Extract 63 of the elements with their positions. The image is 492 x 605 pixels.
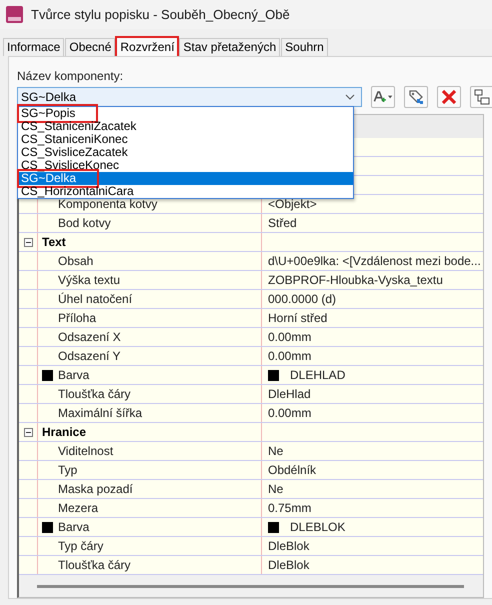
group-label: Text (41, 235, 66, 249)
delete-icon[interactable] (437, 86, 461, 108)
group-label: Hranice (41, 425, 86, 439)
tag-icon[interactable] (404, 86, 428, 108)
property-label: Obsah (58, 254, 94, 268)
property-label: Odsazení Y (58, 349, 120, 363)
collapse-icon[interactable] (24, 238, 32, 246)
property-label: Maska pozadí (58, 482, 133, 496)
dropdown-option[interactable]: SG~Delka (18, 172, 353, 185)
scrollbar-thumb[interactable] (37, 584, 464, 588)
property-value[interactable]: 0.00mm (268, 349, 312, 363)
property-value[interactable]: DLEHLAD (290, 368, 346, 382)
property-value[interactable]: 0.00mm (268, 406, 312, 420)
component-dropdown[interactable]: SG~Delka (17, 87, 362, 107)
dropdown-option[interactable]: CS_SvisliceKonec (18, 159, 353, 172)
property-value[interactable]: Ne (268, 444, 284, 458)
property-label: Typ čáry (58, 539, 104, 553)
tab[interactable]: Souhrn (281, 38, 328, 56)
property-value[interactable]: 000.0000 (d) (268, 292, 336, 306)
property-label: Výška textu (58, 273, 120, 287)
property-label: Tloušťka čáry (58, 558, 131, 572)
property-value[interactable]: 0.00mm (268, 330, 312, 344)
scrollbar[interactable] (19, 575, 483, 597)
property-label: Barva (58, 368, 90, 382)
property-value[interactable]: d\U+00e9lka: <[Vzdálenost mezi bode... (268, 254, 481, 268)
property-value[interactable]: DleHlad (268, 387, 311, 401)
dropdown-option[interactable]: SG~Popis (18, 107, 353, 120)
property-value[interactable]: Horní střed (268, 311, 328, 325)
dropdown-option[interactable]: CS_SvisliceZacatek (18, 146, 353, 159)
property-label: Typ (58, 463, 78, 477)
window-title: Tvůrce stylu popisku - Souběh_Obecný_Obě (31, 7, 290, 22)
property-value[interactable]: Obdélník (268, 463, 316, 477)
property-value[interactable]: ZOBPROF-Hloubka-Vyska_textu (268, 273, 443, 287)
property-value[interactable]: DLEBLOK (290, 520, 346, 534)
property-label: Mezera (58, 501, 98, 515)
property-label: Příloha (58, 311, 96, 325)
chevron-icon (345, 94, 355, 100)
tab[interactable]: Rozvržení (116, 37, 178, 57)
collapse-icon[interactable] (24, 428, 32, 436)
property-value[interactable]: DleBlok (268, 539, 310, 553)
app-icon (6, 6, 23, 23)
dropdown-option[interactable]: CS_HorizontalniCara (18, 185, 353, 198)
dropdown-option[interactable]: CS_StaniceniKonec (18, 133, 353, 146)
add-text-button[interactable] (371, 86, 395, 108)
property-value[interactable]: 0.75mm (268, 501, 312, 515)
property-label: Úhel natočení (58, 292, 132, 306)
property-value[interactable]: <Objekt> (268, 197, 317, 211)
property-label: Viditelnost (58, 444, 114, 458)
tab[interactable]: Informace (3, 38, 64, 56)
hierarchy-icon[interactable] (470, 86, 492, 108)
field-label: Název komponenty: (17, 69, 124, 83)
property-label: Barva (58, 520, 90, 534)
property-value[interactable]: Ne (268, 482, 284, 496)
property-value[interactable]: Střed (268, 216, 297, 230)
property-value[interactable]: DleBlok (268, 558, 310, 572)
property-label: Odsazení X (58, 330, 121, 344)
property-label: Maximální šířka (58, 406, 142, 420)
property-label: Komponenta kotvy (58, 197, 158, 211)
tab[interactable]: Obecné (65, 38, 116, 56)
tab[interactable]: Stav přetažených (179, 38, 280, 56)
property-label: Tloušťka čáry (58, 387, 131, 401)
property-label: Bod kotvy (58, 216, 111, 230)
dropdown-option[interactable]: CS_StaniceniZacatek (18, 120, 353, 133)
